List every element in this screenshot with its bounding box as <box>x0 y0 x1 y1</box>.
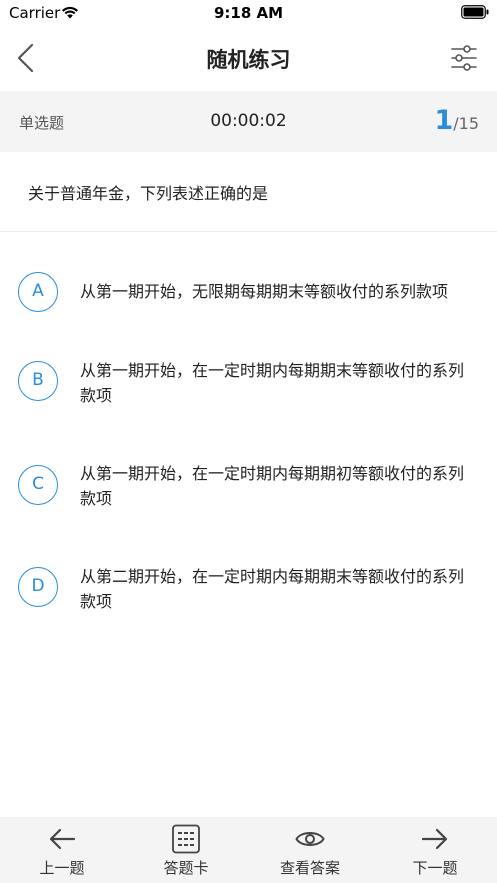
view-answer-button[interactable]: 查看答案 <box>248 817 372 883</box>
option-letter: B <box>18 361 58 401</box>
next-question-button[interactable]: 下一题 <box>373 817 497 883</box>
option-letter: A <box>18 272 58 312</box>
view-answer-label: 查看答案 <box>279 859 340 877</box>
next-question-label: 下一题 <box>412 859 458 877</box>
question-progress: 1/15 <box>434 105 479 136</box>
battery-icon <box>461 5 489 19</box>
page-title: 随机练习 <box>206 48 291 72</box>
timer: 00:00:02 <box>210 111 287 131</box>
question-info-bar: 单选题 00:00:02 1/15 <box>0 91 497 152</box>
option-text: 从第一期开始，在一定时期内每期期末等额收付的系列款项 <box>80 361 465 405</box>
prev-question-label: 上一题 <box>39 859 85 877</box>
arrow-right-icon <box>421 828 448 850</box>
status-time: 9:18 AM <box>213 4 284 22</box>
bottom-toolbar: 上一题 答题卡 查看答案 下一题 <box>0 817 497 883</box>
status-bar: Carrier 9:18 AM <box>0 0 497 26</box>
answer-card-icon <box>172 824 200 854</box>
total-questions: /15 <box>453 114 479 133</box>
option-c[interactable]: C 从第一期开始，在一定时期内每期期初等额收付的系列款项 <box>0 461 497 531</box>
option-a[interactable]: A 从第一期开始，无限期每期期末等额收付的系列款项 <box>0 270 497 330</box>
arrow-left-icon <box>49 828 76 850</box>
option-text: 从第一期开始，在一定时期内每期期初等额收付的系列款项 <box>80 464 465 508</box>
option-text: 从第二期开始，在一定时期内每期期末等额收付的系列款项 <box>80 567 465 611</box>
option-letter: C <box>18 465 58 505</box>
answer-card-label: 答题卡 <box>163 859 209 877</box>
option-b[interactable]: B 从第一期开始，在一定时期内每期期末等额收付的系列款项 <box>0 358 497 428</box>
sliders-icon[interactable] <box>450 43 478 73</box>
nav-bar: 随机练习 <box>0 26 497 90</box>
eye-icon <box>295 832 325 846</box>
question-text: 关于普通年金，下列表述正确的是 <box>28 184 269 203</box>
option-letter: D <box>18 567 58 607</box>
current-question-number: 1 <box>434 105 454 136</box>
answer-card-button[interactable]: 答题卡 <box>124 817 248 883</box>
prev-question-button[interactable]: 上一题 <box>0 817 124 883</box>
option-text: 从第一期开始，无限期每期期末等额收付的系列款项 <box>80 282 449 301</box>
question: 关于普通年金，下列表述正确的是 <box>0 152 497 232</box>
option-d[interactable]: D 从第二期开始，在一定时期内每期期末等额收付的系列款项 <box>0 564 497 634</box>
